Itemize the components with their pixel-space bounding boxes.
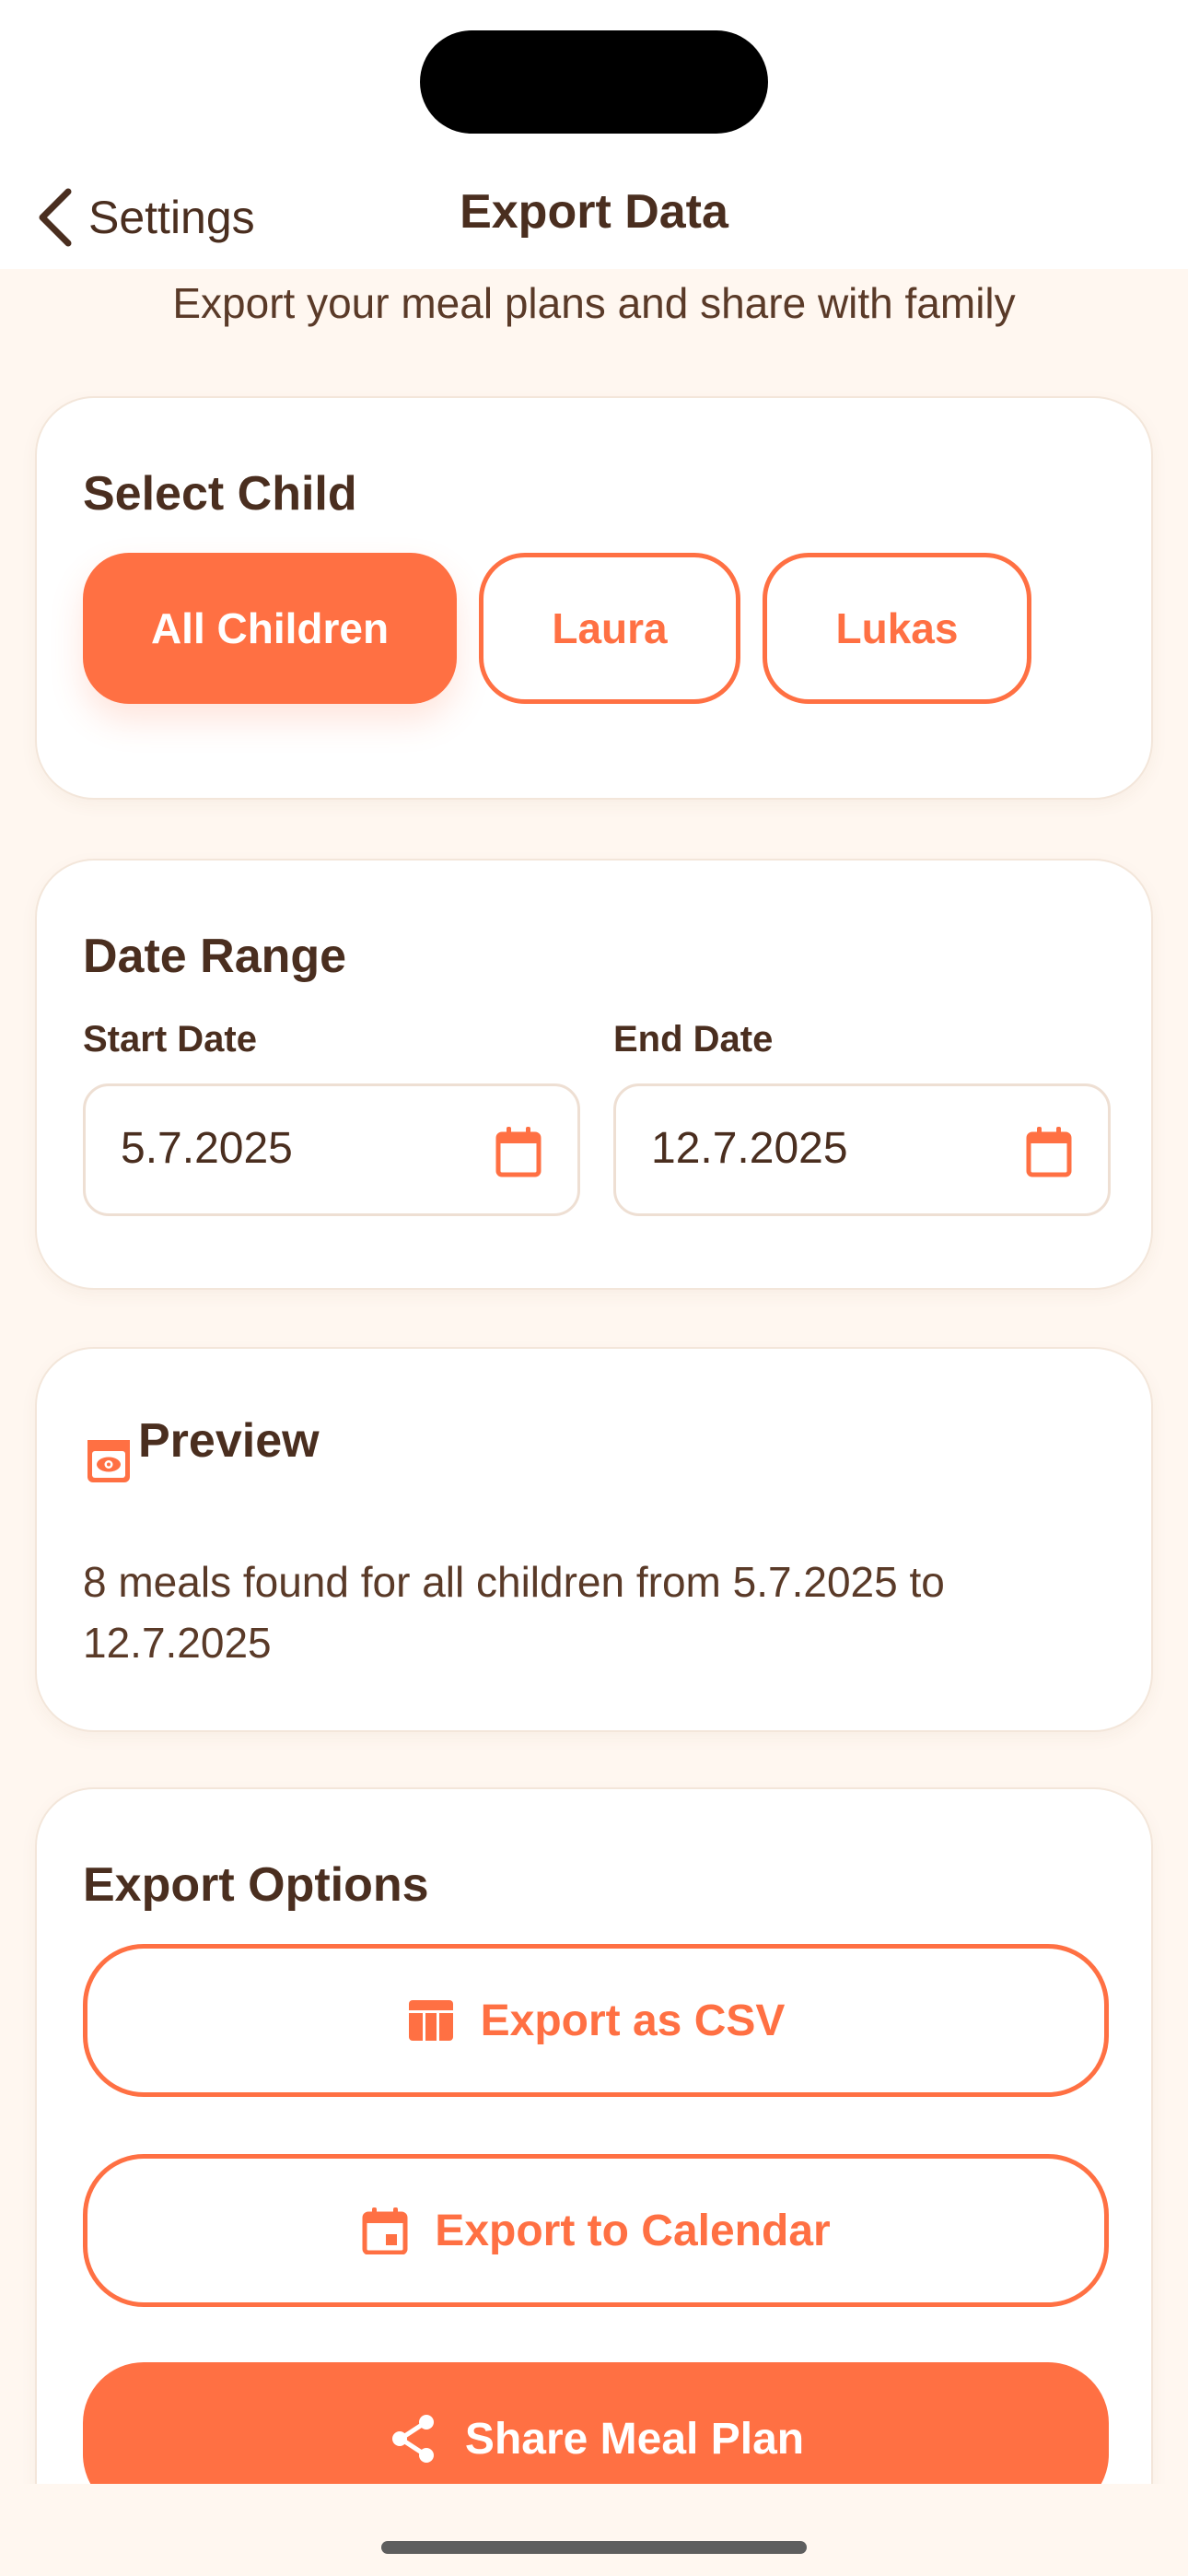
chip-lukas[interactable]: Lukas	[763, 553, 1031, 704]
bottom-safe-area	[0, 2484, 1188, 2576]
end-date-value: 12.7.2025	[651, 1124, 848, 1173]
preview-card: Preview 8 meals found for all children f…	[35, 1347, 1153, 1732]
start-date-value: 5.7.2025	[121, 1124, 293, 1173]
share-icon	[391, 2415, 434, 2463]
table-icon	[408, 2000, 453, 2041]
status-bar	[0, 0, 1188, 166]
share-meal-plan-label: Share Meal Plan	[464, 2414, 805, 2464]
page-subtitle: Export your meal plans and share with fa…	[172, 279, 1016, 327]
chip-all-children[interactable]: All Children	[83, 553, 457, 704]
export-calendar-label: Export to Calendar	[435, 2206, 831, 2255]
export-csv-button[interactable]: Export as CSV	[83, 1944, 1109, 2097]
end-date-field[interactable]: 12.7.2025	[613, 1083, 1111, 1216]
dynamic-island	[420, 30, 768, 134]
chip-laura[interactable]: Laura	[479, 553, 740, 704]
select-child-title: Select Child	[83, 467, 357, 521]
start-date-label: Start Date	[83, 1019, 257, 1060]
chip-label: Lukas	[835, 604, 959, 652]
export-options-title: Export Options	[83, 1858, 429, 1912]
preview-title: Preview	[138, 1414, 320, 1468]
calendar-icon	[495, 1127, 542, 1177]
chip-label: All Children	[150, 604, 390, 652]
end-date-label: End Date	[613, 1019, 774, 1060]
page-title: Export Data	[460, 185, 728, 239]
preview-summary: 8 meals found for all children from 5.7.…	[83, 1558, 945, 1667]
calendar-icon	[1026, 1127, 1072, 1177]
start-date-field[interactable]: 5.7.2025	[83, 1083, 580, 1216]
date-range-title: Date Range	[83, 930, 347, 983]
export-csv-label: Export as CSV	[480, 1996, 786, 2045]
eye-icon	[87, 1440, 130, 1482]
export-calendar-button[interactable]: Export to Calendar	[83, 2154, 1109, 2307]
share-meal-plan-button[interactable]: Share Meal Plan	[83, 2362, 1109, 2484]
home-indicator[interactable]	[381, 2541, 807, 2554]
export-options-card: Export Options Export as CSV Export to C…	[35, 1787, 1153, 2484]
main-content[interactable]: Export your meal plans and share with fa…	[0, 269, 1188, 2484]
calendar-icon	[362, 2207, 408, 2254]
select-child-card: Select Child All Children Laura Lukas	[35, 396, 1153, 800]
chip-label: Laura	[552, 604, 668, 652]
date-range-card: Date Range Start Date End Date 5.7.2025 …	[35, 859, 1153, 1290]
